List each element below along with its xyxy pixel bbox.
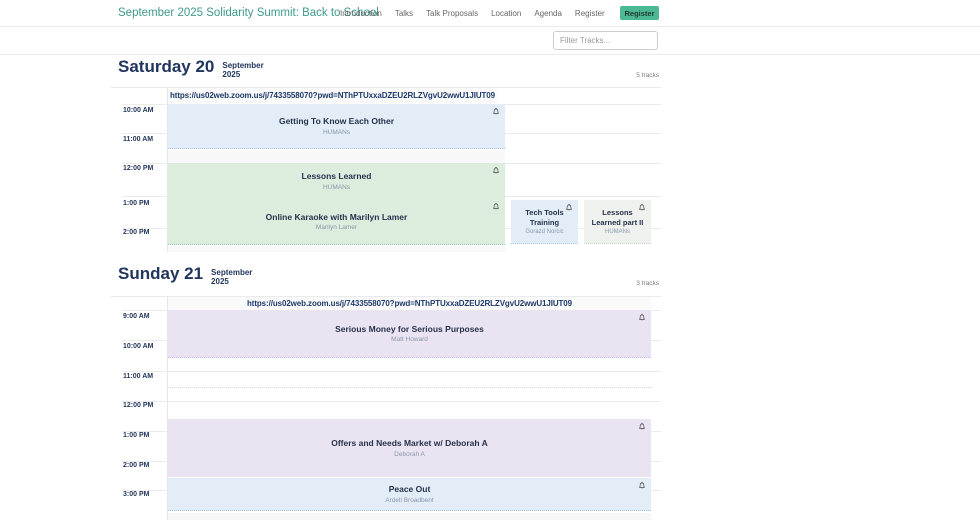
gap-strip — [168, 150, 505, 163]
event-tech-tools-training[interactable]: Tech Tools Training Gorazd Norcic — [511, 200, 578, 244]
nav-item-talks[interactable]: Talks — [395, 9, 413, 18]
time-label: 9:00 AM — [123, 313, 150, 320]
time-label: 1:00 PM — [123, 432, 149, 439]
bell-icon — [492, 166, 500, 174]
event-speaker: Deborah A — [394, 451, 425, 458]
register-button[interactable]: Register — [620, 6, 659, 20]
hour-line — [122, 371, 661, 372]
day-name: Sunday 21 — [118, 265, 203, 284]
event-speaker: HUMANs — [323, 184, 350, 191]
bell-icon — [638, 313, 646, 321]
nav-item-register[interactable]: Register — [575, 9, 605, 18]
event-lessons-learned[interactable]: Lessons Learned HUMANs — [168, 163, 505, 199]
time-label: 12:00 PM — [123, 402, 153, 409]
event-speaker: Ardell Broadbent — [385, 497, 433, 504]
bell-icon — [638, 203, 646, 211]
event-speaker: HUMANs — [605, 229, 630, 235]
event-speaker: Gorazd Norcic — [525, 229, 563, 235]
bell-icon — [638, 481, 646, 489]
time-label: 1:00 PM — [123, 200, 149, 207]
event-title: Peace Out — [389, 484, 431, 495]
time-label: 10:00 AM — [123, 107, 153, 114]
time-label: 11:00 AM — [123, 373, 153, 380]
time-label: 11:00 AM — [123, 136, 153, 143]
nav-item-location[interactable]: Location — [491, 9, 521, 18]
day-heading-saturday: Saturday 20 September 2025 — [118, 58, 264, 79]
dotted-separator — [168, 387, 651, 388]
event-title: Lessons Learned part II — [590, 208, 645, 227]
event-serious-money[interactable]: Serious Money for Serious Purposes Matt … — [168, 310, 651, 358]
tracks-count-sunday: 3 tracks — [611, 280, 659, 287]
hour-line — [122, 401, 661, 402]
time-label: 2:00 PM — [123, 462, 149, 469]
time-label: 2:00 PM — [123, 229, 149, 236]
gap-strip — [168, 246, 505, 252]
event-title: Offers and Needs Market w/ Deborah A — [331, 438, 488, 449]
event-lessons-learned-part-2[interactable]: Lessons Learned part II HUMANs — [584, 200, 651, 244]
schedule-page: September 2025 Solidarity Summit: Back t… — [0, 0, 980, 520]
event-title: Lessons Learned — [302, 171, 372, 182]
day-heading-sunday: Sunday 21 September 2025 — [118, 265, 252, 286]
day-name: Saturday 20 — [118, 58, 214, 77]
day-monthyear: September 2025 — [222, 58, 263, 79]
time-label: 3:00 PM — [123, 491, 149, 498]
event-title: Tech Tools Training — [517, 208, 572, 227]
event-title: Getting To Know Each Other — [279, 116, 394, 127]
event-title: Online Karaoke with Marilyn Lamer — [266, 212, 408, 223]
event-getting-to-know-each-other[interactable]: Getting To Know Each Other HUMANs — [168, 104, 505, 149]
day-monthyear: September 2025 — [211, 265, 252, 286]
time-label: 12:00 PM — [123, 165, 153, 172]
event-speaker: Matt Howard — [391, 336, 428, 343]
event-title: Serious Money for Serious Purposes — [335, 324, 484, 335]
event-online-karaoke[interactable]: Online Karaoke with Marilyn Lamer Marily… — [168, 199, 505, 245]
bell-icon — [492, 202, 500, 210]
gap-strip — [168, 513, 651, 520]
main-nav: Introduction Talks Talk Proposals Locati… — [340, 9, 605, 18]
nav-item-talk-proposals[interactable]: Talk Proposals — [426, 9, 478, 18]
event-offers-and-needs-market[interactable]: Offers and Needs Market w/ Deborah A Deb… — [168, 419, 651, 477]
filter-tracks-input[interactable] — [553, 31, 658, 50]
bell-icon — [638, 422, 646, 430]
event-speaker: HUMANs — [323, 129, 350, 136]
event-peace-out[interactable]: Peace Out Ardell Broadbent — [168, 478, 651, 511]
filter-bar — [0, 28, 980, 55]
zoom-link-saturday[interactable]: https://us02web.zoom.us/j/7433558070?pwd… — [168, 88, 497, 103]
event-speaker: Marilyn Lamer — [316, 224, 357, 231]
bell-icon — [565, 203, 573, 211]
zoom-link-sunday[interactable]: https://us02web.zoom.us/j/7433558070?pwd… — [168, 297, 651, 310]
nav-item-introduction[interactable]: Introduction — [340, 9, 382, 18]
bell-icon — [492, 107, 500, 115]
tracks-count-saturday: 5 tracks — [611, 72, 659, 79]
nav-item-agenda[interactable]: Agenda — [534, 9, 562, 18]
time-label: 10:00 AM — [123, 343, 153, 350]
